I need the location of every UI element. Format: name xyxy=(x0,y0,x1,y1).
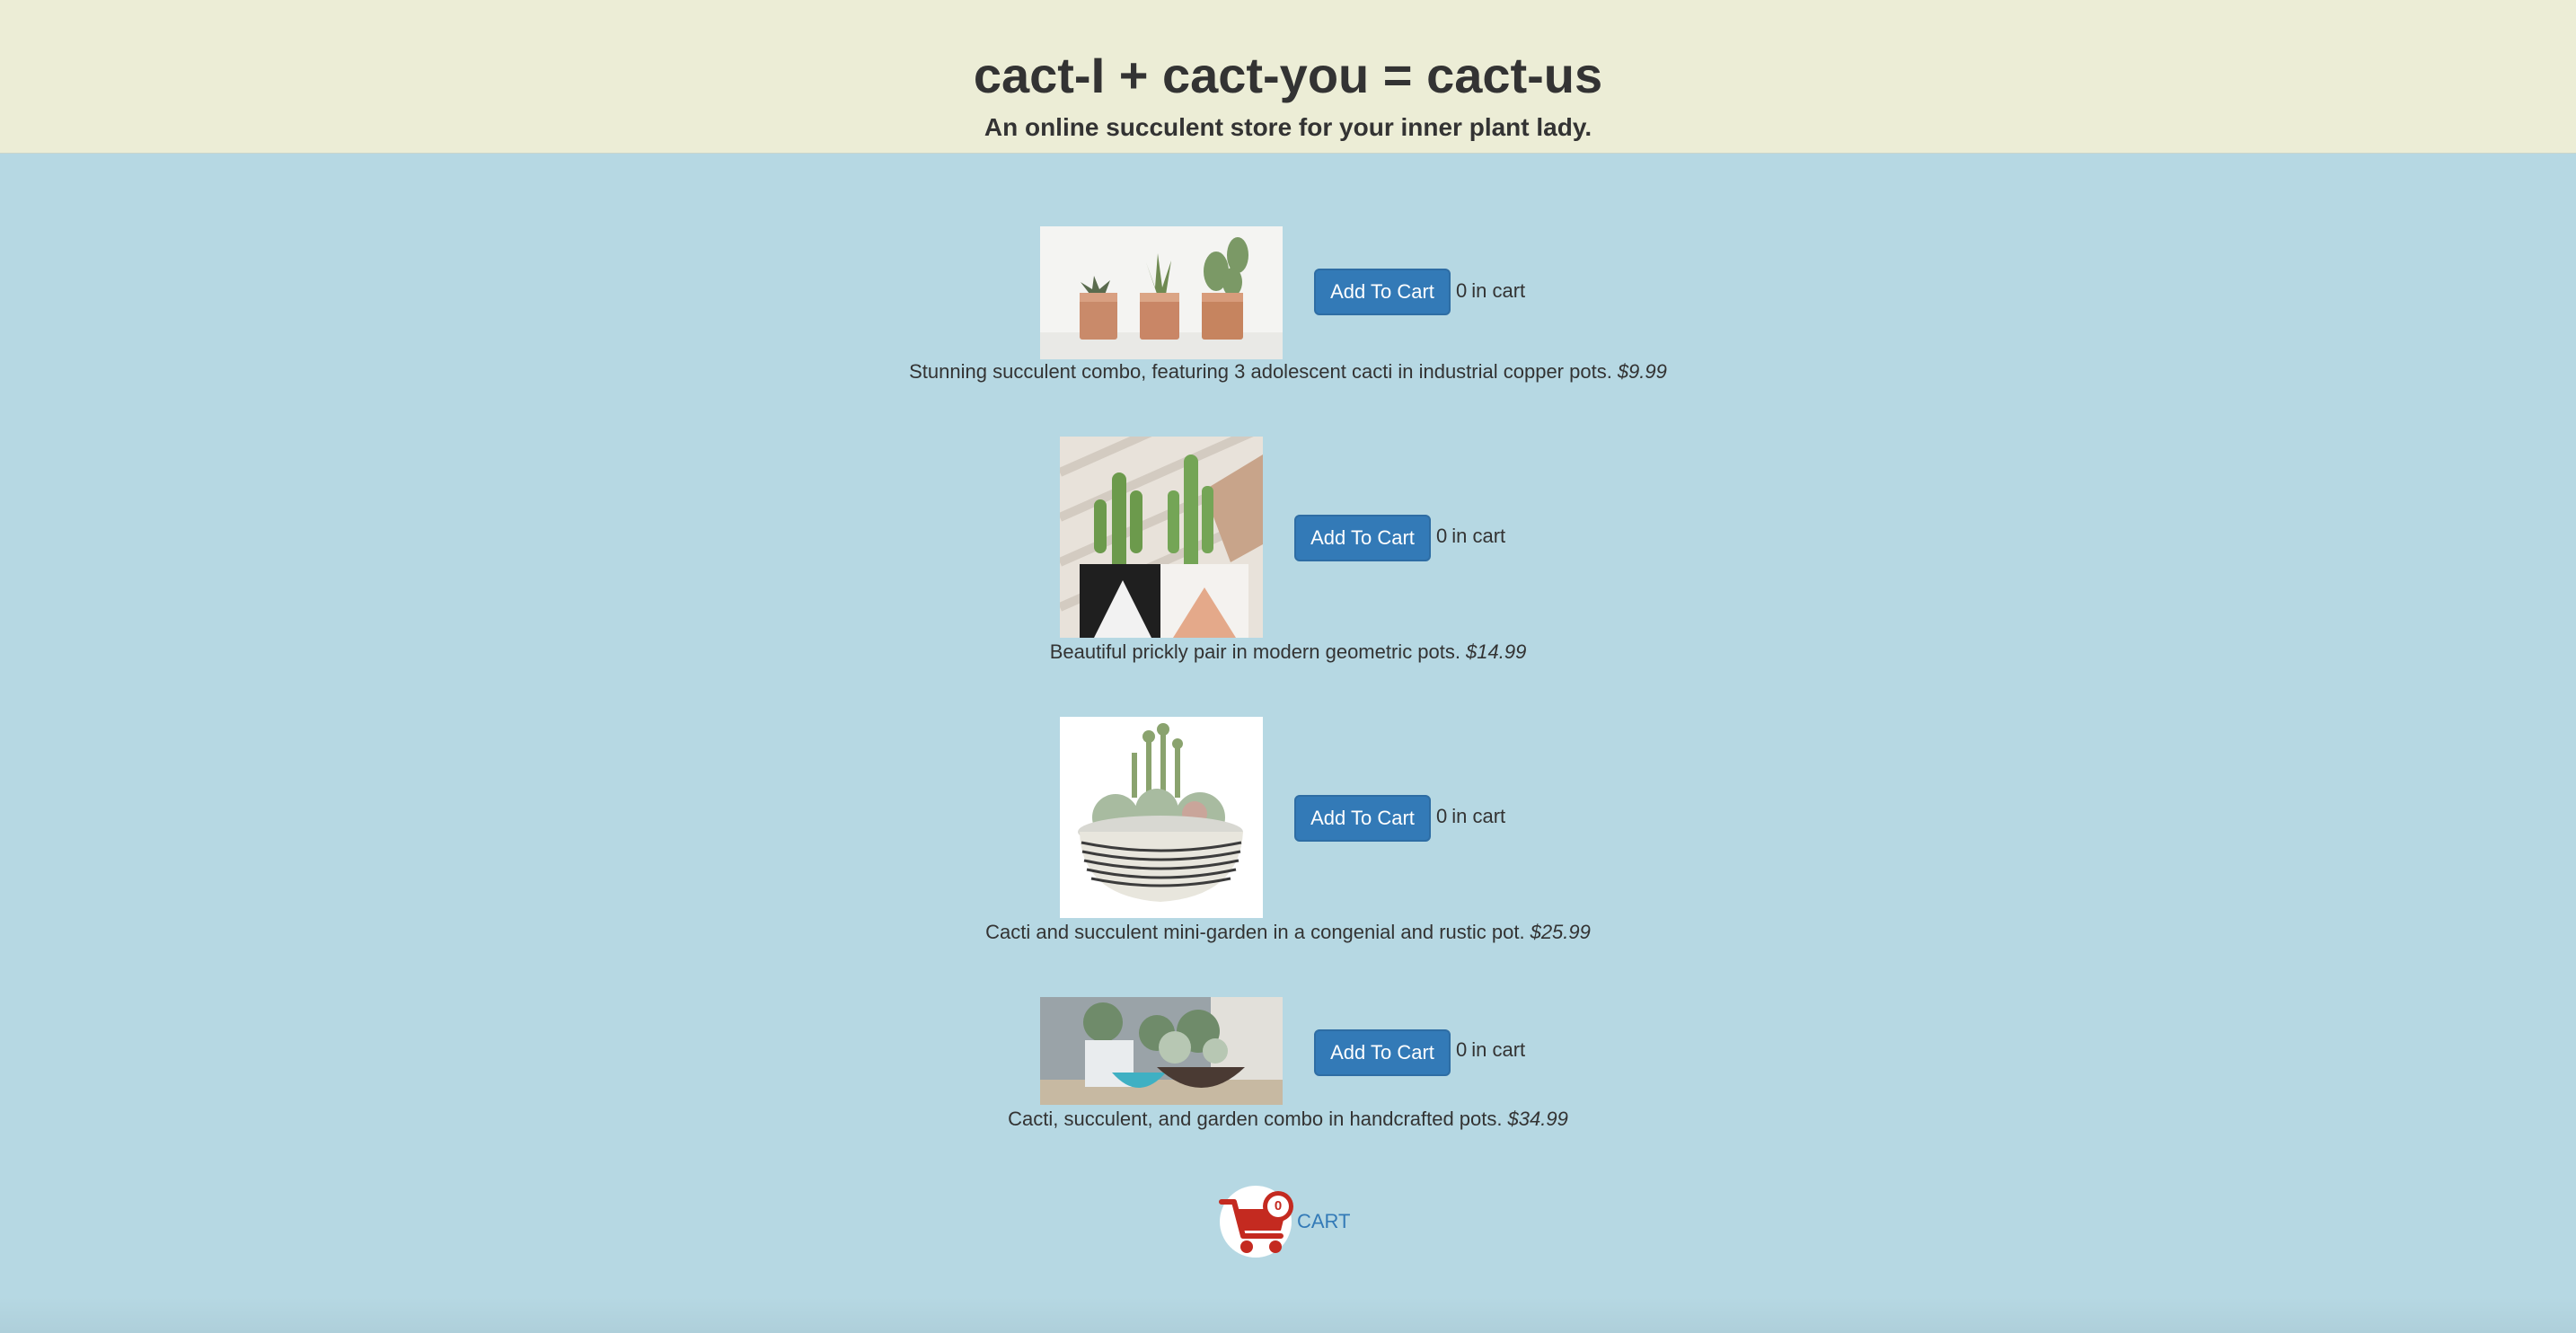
product-caption: Cacti and succulent mini-garden in a con… xyxy=(0,919,2576,946)
product-image-copper-pots[interactable] xyxy=(1040,226,1283,359)
add-to-cart-button[interactable]: Add To Cart xyxy=(1314,1029,1451,1076)
product-price: $9.99 xyxy=(1617,360,1667,383)
in-cart-number: 0 xyxy=(1456,279,1468,302)
in-cart-count: 0 in cart xyxy=(1436,803,1505,830)
product-caption: Cacti, succulent, and garden combo in ha… xyxy=(0,1106,2576,1133)
site-title: cact-I + cact-you = cact-us xyxy=(973,47,1603,103)
product-price: $25.99 xyxy=(1530,921,1591,943)
in-cart-number: 0 xyxy=(1436,525,1448,547)
in-cart-number: 0 xyxy=(1436,805,1448,827)
product-description: Cacti and succulent mini-garden in a con… xyxy=(985,921,1525,943)
site-subtitle: An online succulent store for your inner… xyxy=(984,113,1592,141)
in-cart-label: in cart xyxy=(1451,525,1506,547)
add-to-cart-button[interactable]: Add To Cart xyxy=(1294,515,1431,561)
cart-count-badge: 0 xyxy=(1274,1198,1283,1214)
product-image-garden-combo[interactable] xyxy=(1040,997,1283,1105)
product-description: Stunning succulent combo, featuring 3 ad… xyxy=(909,360,1612,383)
product-caption: Stunning succulent combo, featuring 3 ad… xyxy=(0,358,2576,385)
in-cart-number: 0 xyxy=(1456,1038,1468,1061)
in-cart-count: 0 in cart xyxy=(1456,278,1525,305)
product-image-geometric-pots[interactable] xyxy=(1060,437,1263,638)
product-caption: Beautiful prickly pair in modern geometr… xyxy=(0,639,2576,666)
in-cart-label: in cart xyxy=(1471,1038,1526,1061)
footer-shade xyxy=(0,1297,2576,1333)
in-cart-count: 0 in cart xyxy=(1456,1037,1525,1064)
shopping-cart-icon[interactable]: 0 xyxy=(1218,1184,1295,1259)
add-to-cart-button[interactable]: Add To Cart xyxy=(1314,269,1451,315)
in-cart-label: in cart xyxy=(1471,279,1526,302)
site-header: cact-I + cact-you = cact-us An online su… xyxy=(0,0,2576,154)
product-price: $34.99 xyxy=(1507,1108,1568,1130)
product-description: Beautiful prickly pair in modern geometr… xyxy=(1049,640,1461,663)
add-to-cart-button[interactable]: Add To Cart xyxy=(1294,795,1431,842)
in-cart-count: 0 in cart xyxy=(1436,523,1505,550)
product-description: Cacti, succulent, and garden combo in ha… xyxy=(1008,1108,1503,1130)
in-cart-label: in cart xyxy=(1451,805,1506,827)
product-price: $14.99 xyxy=(1466,640,1527,663)
cart-label[interactable]: CART xyxy=(1297,1208,1351,1235)
cart-link[interactable]: 0 CART xyxy=(1218,1184,1351,1259)
product-image-mini-garden[interactable] xyxy=(1060,717,1263,918)
